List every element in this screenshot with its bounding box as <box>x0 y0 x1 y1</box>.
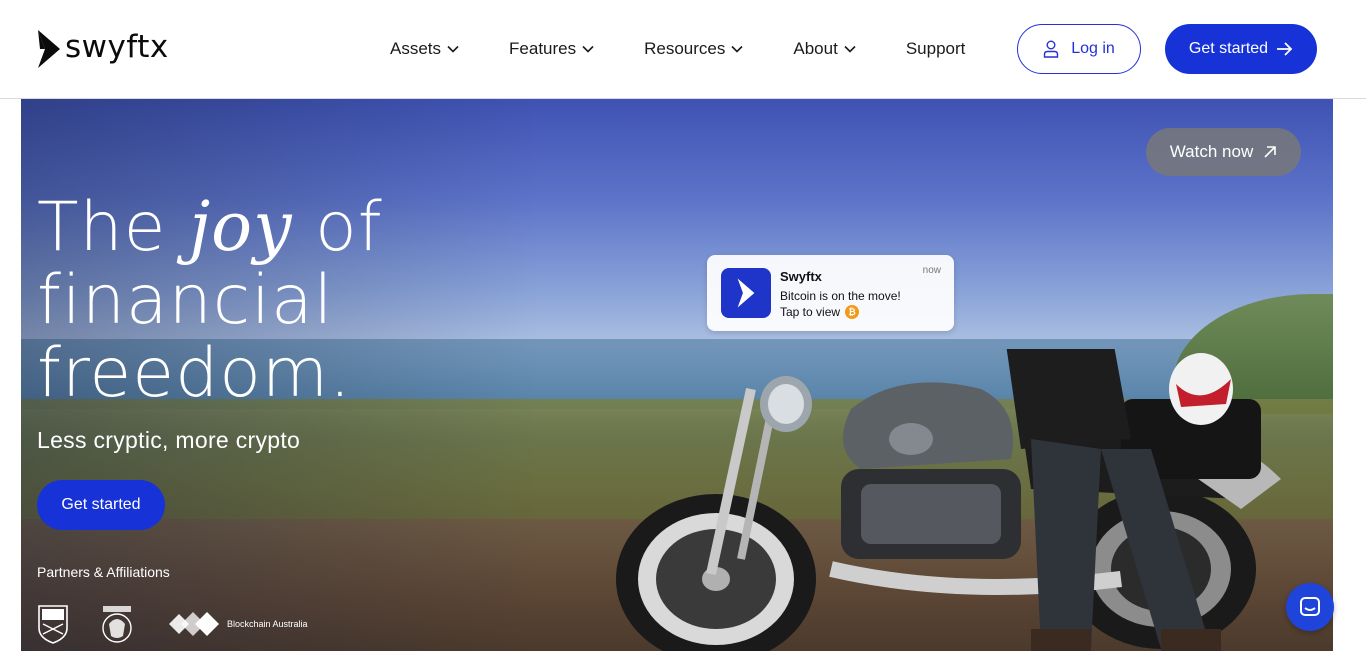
swyftx-bird-icon <box>38 30 60 68</box>
nav-item-label: Support <box>905 39 966 58</box>
login-button-label: Log in <box>1071 40 1115 57</box>
site-header: swyftx Assets Features Resources About S… <box>0 0 1366 99</box>
nav-item-label: Features <box>509 39 577 58</box>
chevron-down-icon <box>582 45 594 53</box>
hero-banner: The joy of financial freedom. Less crypt… <box>21 99 1333 651</box>
headline-part1: The <box>37 188 190 267</box>
hero-get-started-button[interactable]: Get started <box>37 480 165 530</box>
hero-cta-label: Get started <box>61 496 141 513</box>
swyftx-bird-icon <box>737 278 755 308</box>
notification-message: Bitcoin is on the move! <box>780 289 901 303</box>
swyftx-app-icon <box>721 268 771 318</box>
notification-action-label: Tap to view <box>780 305 841 319</box>
chat-icon <box>1300 597 1320 616</box>
lions-crest-icon <box>102 606 132 643</box>
notification-action: Tap to view ₿ <box>780 305 860 319</box>
arrow-up-right-icon <box>1264 146 1277 158</box>
nav-item-label: Assets <box>390 39 442 58</box>
nav-item-about[interactable]: About <box>793 39 856 59</box>
partner-blockchain-australia-logo[interactable]: Blockchain Australia <box>165 604 308 644</box>
chevron-down-icon <box>447 45 459 53</box>
partner-nrl-logo[interactable] <box>37 604 69 644</box>
partner-logos: Blockchain Australia <box>37 604 338 644</box>
arrow-right-icon <box>1277 42 1293 56</box>
partner-lions-logo[interactable] <box>99 604 135 644</box>
blockchain-diamonds-icon <box>169 612 219 636</box>
motorbike-rider-image <box>616 349 1281 651</box>
hero-subheadline: Less cryptic, more crypto <box>37 427 301 453</box>
header-get-started-button[interactable]: Get started <box>1165 24 1317 74</box>
blockchain-australia-label: Blockchain Australia <box>227 619 308 629</box>
push-notification-card[interactable]: Swyftx now Bitcoin is on the move! Tap t… <box>707 255 954 331</box>
nav-item-resources[interactable]: Resources <box>644 39 743 59</box>
chat-launcher-button[interactable] <box>1286 583 1334 631</box>
notification-time: now <box>922 265 941 276</box>
nav-item-label: Resources <box>644 39 726 58</box>
partners-label: Partners & Affiliations <box>37 564 170 580</box>
bitcoin-icon: ₿ <box>845 305 860 319</box>
nav-item-features[interactable]: Features <box>509 39 594 59</box>
nav-item-assets[interactable]: Assets <box>390 39 459 59</box>
get-started-label: Get started <box>1188 40 1269 57</box>
chevron-down-icon <box>844 45 856 53</box>
hero-headline: The joy of financial freedom. <box>37 191 457 410</box>
brand-name: swyftx <box>65 29 169 65</box>
main-nav: Assets Features Resources About Support <box>390 36 965 62</box>
notification-app-name: Swyftx <box>780 269 822 284</box>
watch-now-button[interactable]: Watch now <box>1146 128 1301 176</box>
swyftx-logo[interactable]: swyftx <box>36 28 169 70</box>
nav-item-label: About <box>793 39 838 58</box>
nav-item-support[interactable]: Support <box>906 39 966 59</box>
chevron-down-icon <box>731 45 743 53</box>
headline-emphasis: joy <box>189 188 293 267</box>
user-icon <box>1044 40 1059 58</box>
nrl-shield-icon <box>38 605 68 644</box>
watch-now-label: Watch now <box>1169 142 1254 161</box>
login-button[interactable]: Log in <box>1017 24 1141 74</box>
